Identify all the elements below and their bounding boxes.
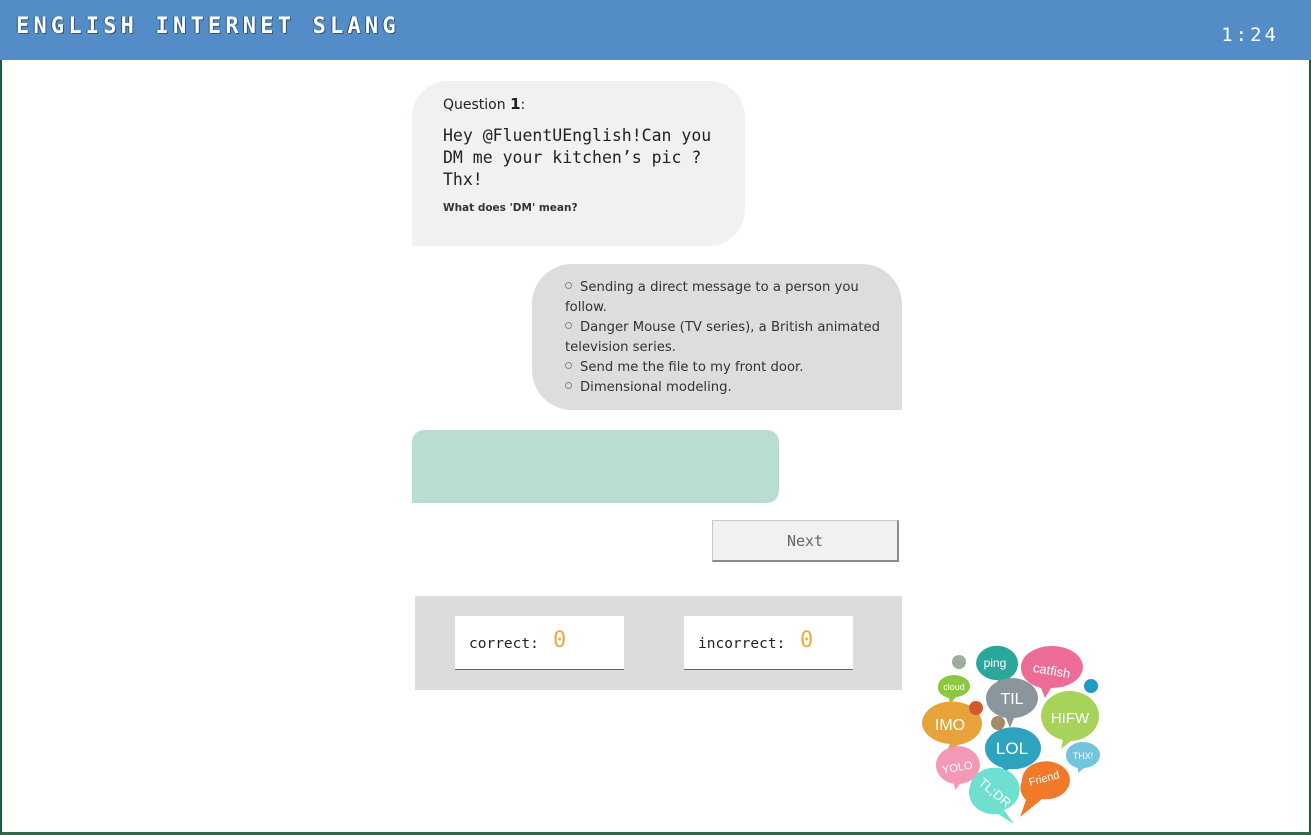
slang-word: ping: [984, 656, 1007, 670]
correct-score-box: correct: 0: [455, 616, 624, 670]
slang-word: THX!: [1073, 751, 1094, 761]
question-text: Hey @FluentUEnglish!Can you DM me your k…: [443, 126, 712, 189]
radio-icon[interactable]: [565, 322, 572, 329]
incorrect-label: incorrect:: [698, 636, 786, 652]
answer-option[interactable]: Dimensional modeling.: [565, 378, 890, 398]
answer-option[interactable]: Send me the file to my front door.: [565, 358, 890, 378]
next-button[interactable]: Next: [712, 520, 899, 562]
app-title: ENGLISH INTERNET SLANG: [16, 14, 400, 39]
answer-options-list: Sending a direct message to a person you…: [565, 278, 890, 398]
countdown-timer: 1:24: [1221, 24, 1279, 46]
score-panel: correct: 0 incorrect: 0: [415, 596, 902, 690]
feedback-bubble: [412, 430, 779, 503]
slang-word: TIL: [1000, 691, 1023, 708]
radio-icon[interactable]: [565, 282, 572, 289]
incorrect-count: 0: [800, 628, 814, 653]
slang-word: cloud: [943, 682, 965, 692]
question-number: 1: [510, 95, 521, 113]
slang-word: IMO: [935, 717, 965, 734]
radio-icon[interactable]: [565, 362, 572, 369]
question-prompt: What does 'DM' mean?: [443, 202, 578, 214]
top-bar: ENGLISH INTERNET SLANG 1:24: [0, 0, 1311, 60]
question-bubble: Question 1: Hey @FluentUEnglish!Can you …: [412, 81, 745, 246]
incorrect-score-box: incorrect: 0: [684, 616, 853, 670]
question-label: Question 1:: [443, 95, 526, 113]
correct-count: 0: [553, 628, 567, 653]
radio-icon[interactable]: [565, 382, 572, 389]
correct-label: correct:: [469, 636, 539, 652]
answer-option[interactable]: Danger Mouse (TV series), a British anim…: [565, 318, 890, 358]
slang-bubbles-illustration: ping catfish cloud TIL IMO HIFW LOL YOLO…: [922, 645, 1100, 824]
slang-word: LOL: [996, 739, 1028, 758]
answer-options-bubble: Sending a direct message to a person you…: [532, 264, 902, 410]
answer-option[interactable]: Sending a direct message to a person you…: [565, 278, 890, 318]
slang-word: HIFW: [1051, 710, 1090, 727]
